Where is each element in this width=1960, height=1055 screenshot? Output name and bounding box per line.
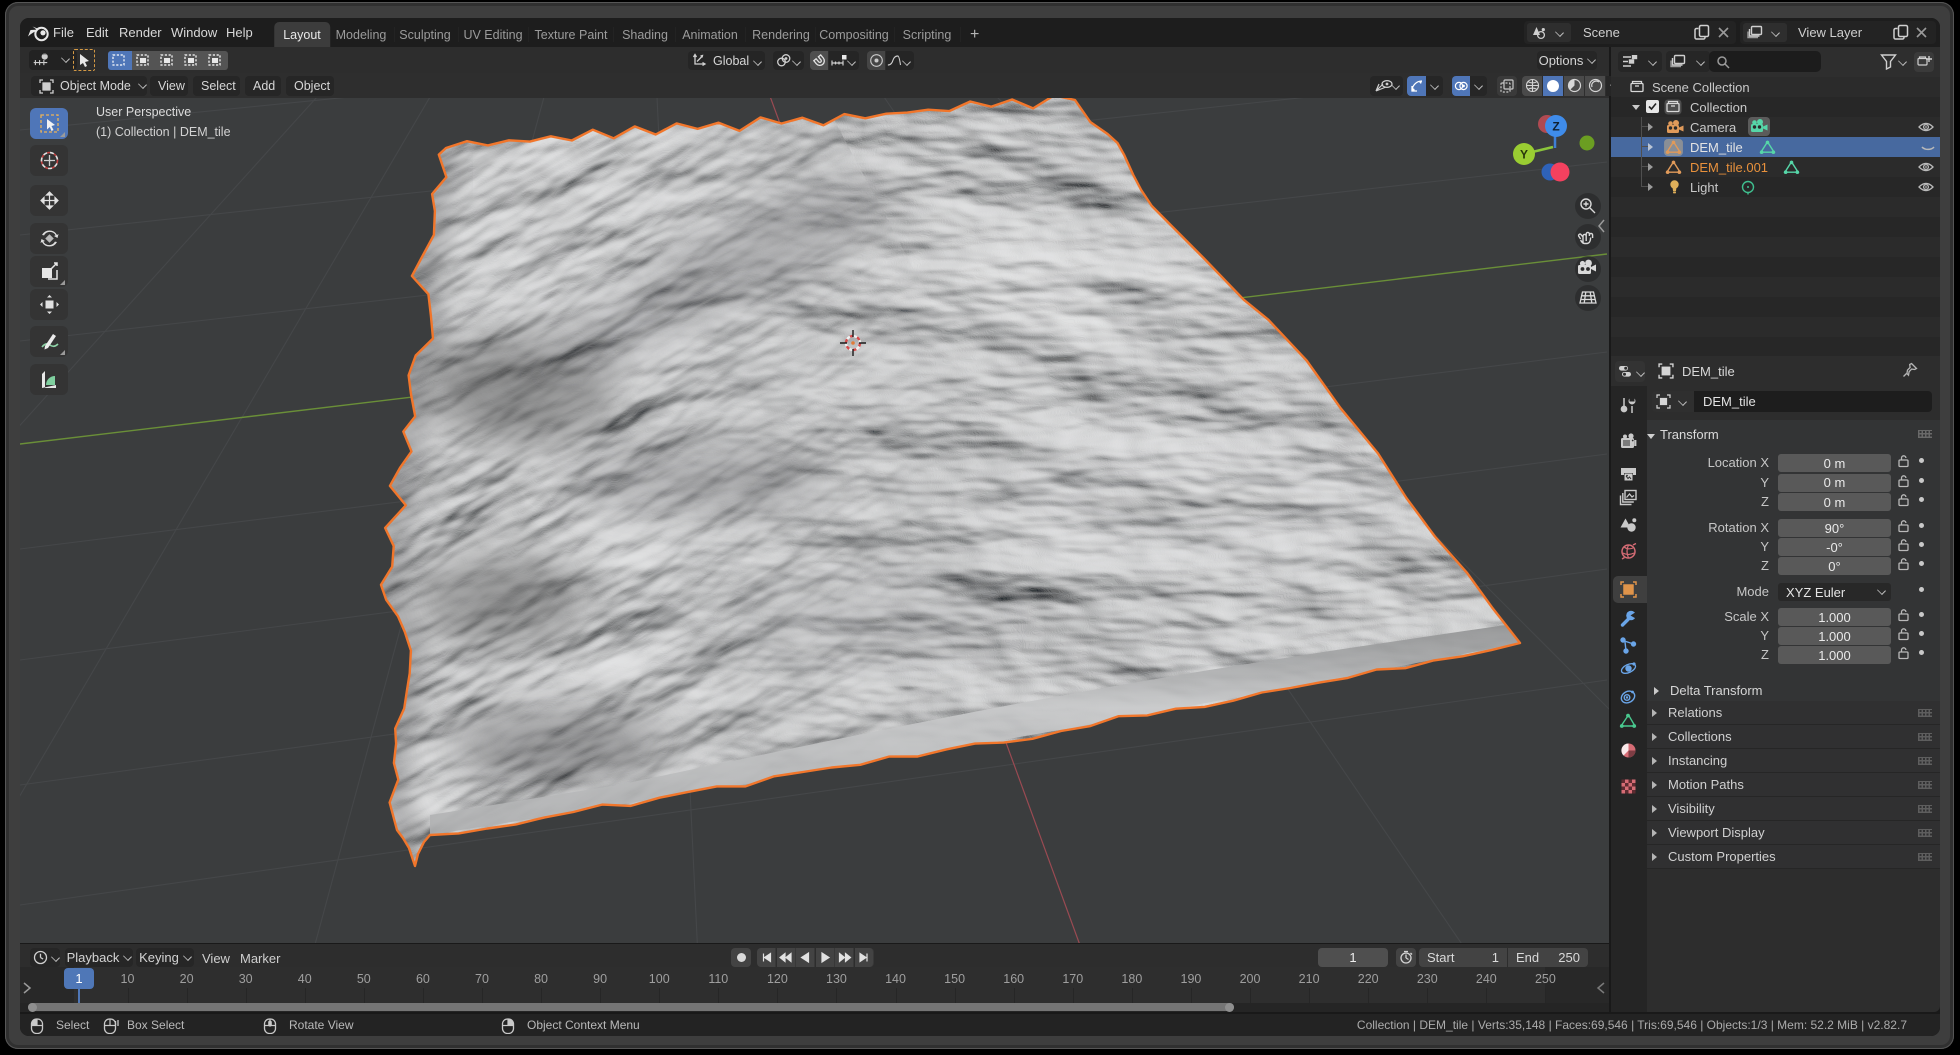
svg-text:User Perspective: User Perspective [96, 105, 191, 119]
svg-text:Y: Y [1520, 148, 1528, 162]
svg-text:Z: Z [1552, 120, 1559, 134]
svg-text:(1) Collection | DEM_tile: (1) Collection | DEM_tile [96, 125, 231, 139]
